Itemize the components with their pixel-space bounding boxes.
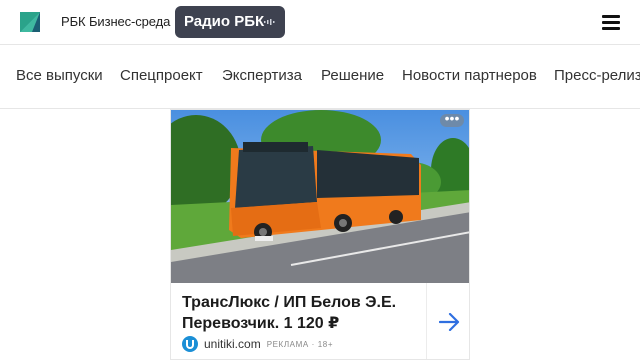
ad-go-button[interactable] xyxy=(428,283,469,359)
nav-item-all-issues[interactable]: Все выпуски xyxy=(16,67,103,84)
radio-label: Радио РБК xyxy=(184,13,265,30)
rbc-logo-icon[interactable] xyxy=(20,12,40,32)
more-options-icon[interactable]: ••• xyxy=(440,111,464,127)
radio-rbc-button[interactable]: Радио РБК xyxy=(175,6,285,38)
nav-item-press-releases[interactable]: Пресс-релизы xyxy=(554,67,640,84)
bus-ad-image[interactable] xyxy=(171,110,470,283)
unitiki-icon xyxy=(182,336,198,352)
ad-text-area[interactable]: ТрансЛюкс / ИП Белов Э.Е. Перевозчик. 1 … xyxy=(171,283,427,359)
ad-card[interactable]: ••• ТрансЛюкс / ИП Белов Э.Е. Перевозчик… xyxy=(170,109,470,360)
ad-title[interactable]: ТрансЛюкс / ИП Белов Э.Е. Перевозчик. 1 … xyxy=(182,292,422,334)
sound-wave-icon xyxy=(264,19,275,25)
top-header: РБК Бизнес-среда Радио РБК xyxy=(0,0,640,45)
arrow-right-icon xyxy=(438,313,459,331)
ad-domain[interactable]: unitiki.com xyxy=(204,337,261,351)
ad-label: РЕКЛАМА · 18+ xyxy=(266,339,334,349)
nav-item-solution[interactable]: Решение xyxy=(321,67,384,84)
nav-item-expertise[interactable]: Экспертиза xyxy=(222,67,302,84)
nav-item-partner-news[interactable]: Новости партнеров xyxy=(402,67,537,84)
ad-source-row: unitiki.com РЕКЛАМА · 18+ xyxy=(182,336,333,352)
nav-item-special-project[interactable]: Спецпроект xyxy=(120,67,203,84)
hamburger-menu-icon[interactable] xyxy=(602,15,620,30)
brand-title[interactable]: РБК Бизнес-среда xyxy=(61,14,170,29)
section-nav: Все выпуски Спецпроект Экспертиза Решени… xyxy=(0,45,640,109)
